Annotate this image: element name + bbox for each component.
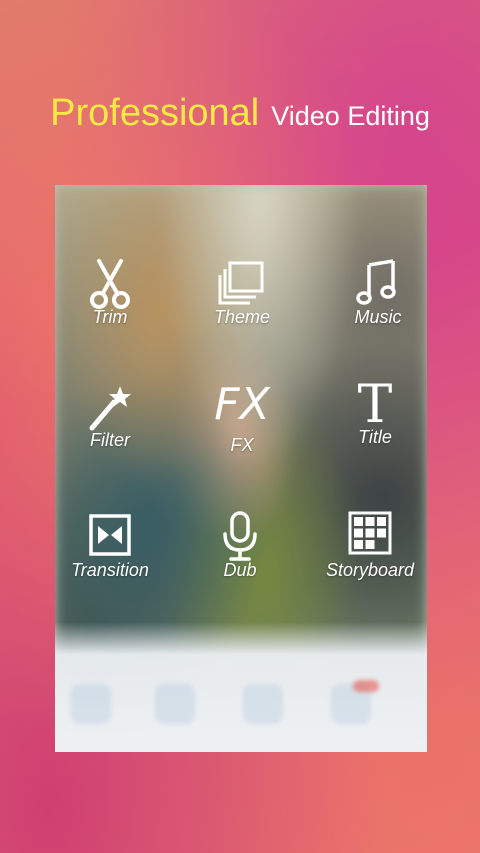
tool-music[interactable]: Music — [323, 257, 427, 328]
fx-icon: FX — [214, 379, 270, 430]
music-note-icon — [323, 257, 427, 313]
scissors-icon — [55, 257, 165, 313]
tool-label: FX — [230, 435, 254, 455]
tool-label: Title — [358, 427, 392, 447]
promo-headline: Professional Video Editing — [0, 92, 480, 135]
magic-wand-icon — [55, 380, 165, 436]
tool-label: Theme — [213, 307, 271, 327]
app-preview: Trim Theme Music Filter FX FX T Title Tr… — [55, 185, 427, 752]
tool-storyboard[interactable]: Storyboard — [315, 510, 425, 581]
tool-label: Filter — [90, 430, 130, 450]
tool-fx[interactable]: FX FX — [187, 377, 297, 456]
storyboard-grid-icon — [315, 510, 425, 566]
tool-label: Trim — [92, 307, 128, 327]
tool-label: Storyboard — [325, 560, 415, 580]
headline-highlight: Professional — [50, 92, 260, 134]
transition-icon — [55, 510, 165, 566]
tool-filter[interactable]: Filter — [55, 380, 165, 451]
tool-theme[interactable]: Theme — [187, 257, 297, 328]
text-title-icon: T — [357, 375, 393, 435]
tool-transition[interactable]: Transition — [55, 510, 165, 581]
tool-trim[interactable]: Trim — [55, 257, 165, 328]
tool-dub[interactable]: Dub — [185, 510, 295, 581]
tool-label: Music — [354, 307, 402, 327]
tool-label: Dub — [223, 560, 257, 580]
headline-rest: Video Editing — [271, 101, 430, 131]
tool-label: Transition — [71, 560, 149, 580]
layers-icon — [187, 257, 297, 313]
tool-title[interactable]: T Title — [320, 377, 427, 448]
microphone-icon — [185, 510, 295, 566]
